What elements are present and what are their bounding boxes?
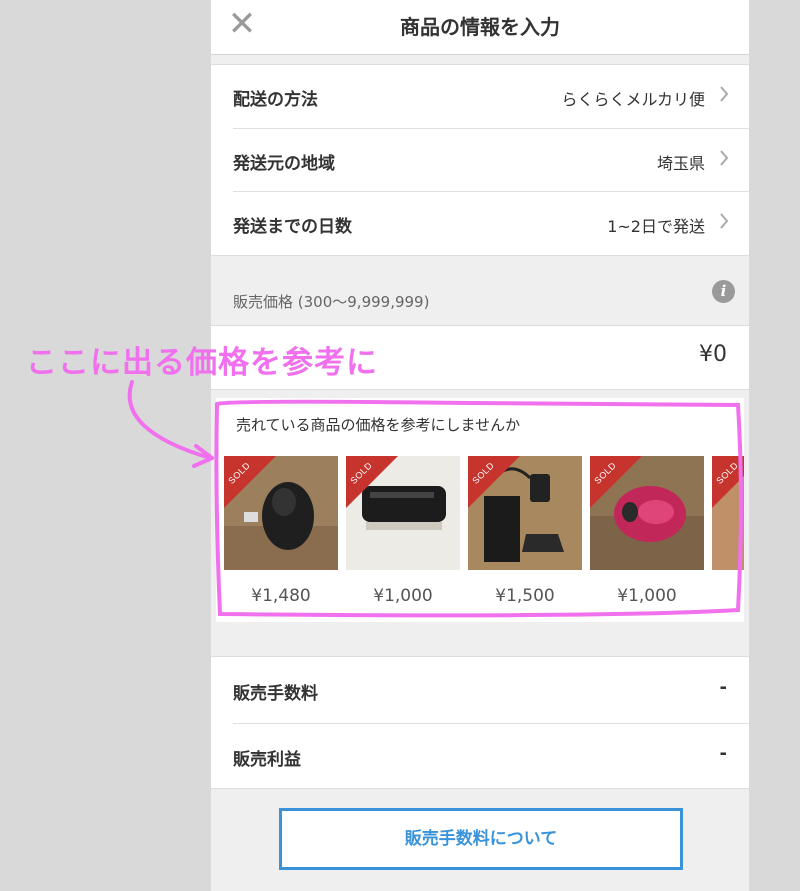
reference-price: ¥1,480	[251, 586, 311, 606]
price-input[interactable]: ¥0	[699, 342, 727, 367]
reference-item[interactable]: SOLD ¥1,000	[346, 456, 460, 606]
arrow-head	[192, 444, 214, 468]
product-photo: SOLD	[590, 456, 704, 570]
reference-price: ¥1,500	[495, 586, 555, 606]
page-title: 商品の情報を入力	[400, 15, 560, 39]
row-label: 発送までの日数	[233, 217, 352, 237]
reference-title: 売れている商品の価格を参考にしませんか	[236, 416, 521, 434]
fee-value: -	[719, 743, 727, 764]
reference-item[interactable]: SOLD ¥1,000	[590, 456, 704, 606]
chevron-right-icon	[720, 213, 729, 229]
arrow-line	[127, 380, 212, 460]
sales-profit-row: 販売利益 -	[211, 723, 749, 788]
product-photo: SOLD	[712, 456, 744, 570]
reference-prices-panel: 売れている商品の価格を参考にしませんか SOLD ¥1,480 SOLD ¥1,…	[216, 398, 744, 622]
shipping-method-row[interactable]: 配送の方法 らくらくメルカリ便	[211, 65, 749, 128]
annotation-text: ここに出る価格を参考に	[26, 345, 378, 381]
fee-label: 販売利益	[233, 750, 301, 770]
ship-from-row[interactable]: 発送元の地域 埼玉県	[211, 129, 749, 192]
reference-item[interactable]: SOLD ¥1,480	[224, 456, 338, 606]
header: ✕ 商品の情報を入力	[211, 0, 749, 55]
product-photo: SOLD	[224, 456, 338, 570]
ship-days-row[interactable]: 発送までの日数 1~2日で発送	[211, 192, 749, 255]
product-photo: SOLD	[346, 456, 460, 570]
reference-price: ¥1,000	[373, 586, 433, 606]
price-label: 販売価格 (300〜9,999,999)	[233, 293, 430, 311]
fee-label: 販売手数料	[233, 684, 318, 704]
fee-value: -	[719, 677, 727, 698]
fees-section: 販売手数料 - 販売利益 -	[211, 656, 749, 789]
shipping-section: 配送の方法 らくらくメルカリ便 発送元の地域 埼玉県 発送までの日数 1~2日で…	[211, 64, 749, 256]
row-value: 埼玉県	[656, 154, 705, 173]
about-fees-button[interactable]: 販売手数料について	[279, 808, 683, 870]
reference-price: ¥1,000	[617, 586, 677, 606]
reference-item[interactable]: SOLD ¥1,500	[468, 456, 582, 606]
row-value: らくらくメルカリ便	[561, 90, 705, 109]
row-value: 1~2日で発送	[607, 217, 705, 236]
app-screen: ✕ 商品の情報を入力 配送の方法 らくらくメルカリ便 発送元の地域 埼玉県 発送…	[211, 0, 749, 891]
info-icon[interactable]: i	[712, 280, 735, 303]
row-label: 発送元の地域	[233, 154, 335, 174]
reference-item[interactable]: SOLD	[712, 456, 744, 570]
chevron-right-icon	[720, 150, 729, 166]
chevron-right-icon	[720, 86, 729, 102]
row-label: 配送の方法	[233, 90, 318, 110]
product-photo: SOLD	[468, 456, 582, 570]
sales-fee-row: 販売手数料 -	[211, 657, 749, 722]
